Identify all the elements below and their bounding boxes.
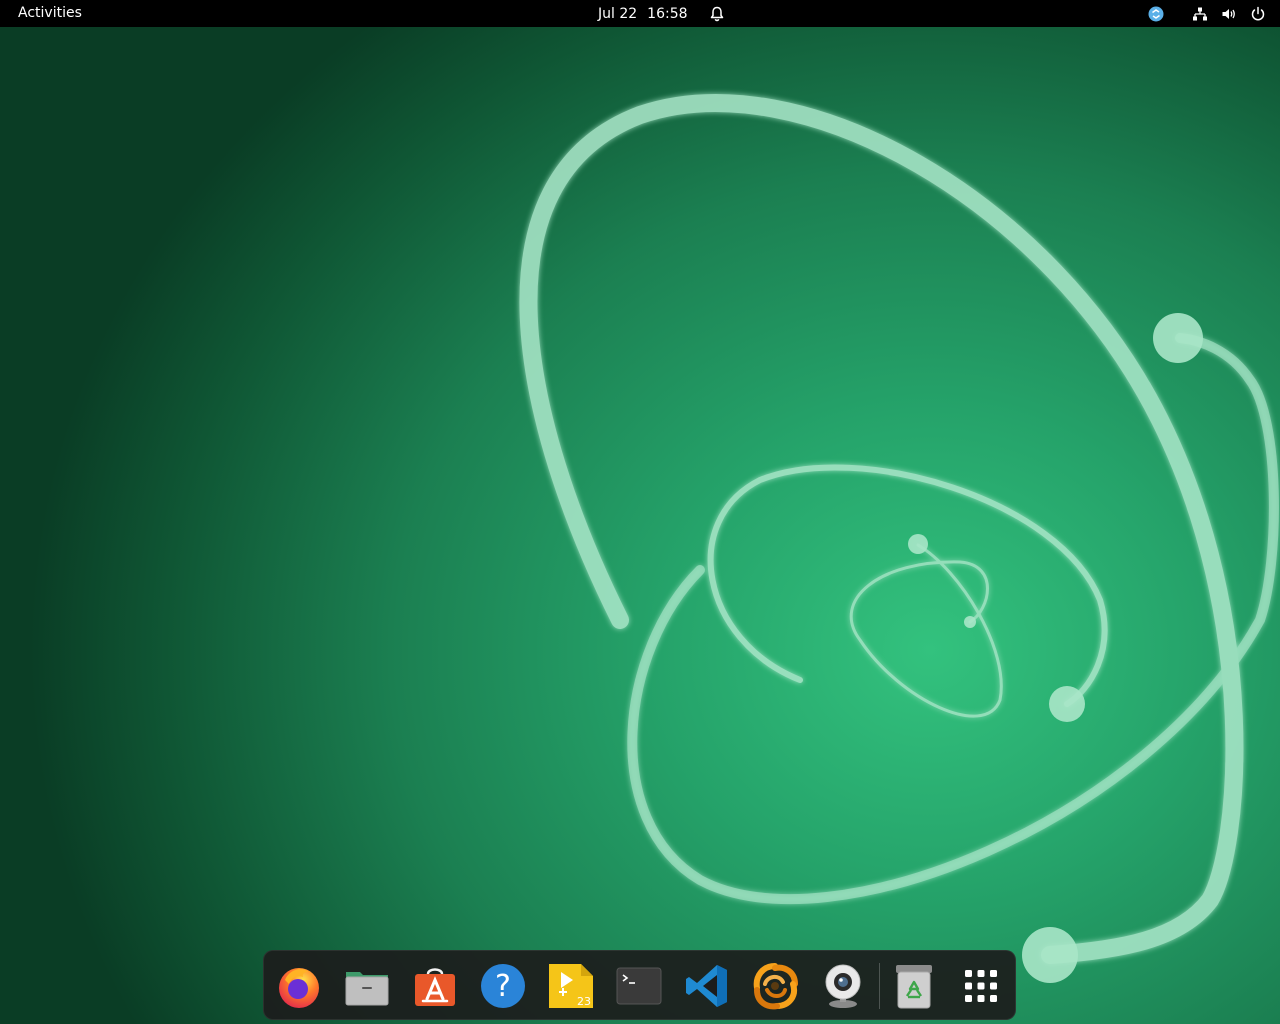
app-center-icon	[415, 968, 455, 1006]
system-tray	[1148, 0, 1266, 27]
terminal-icon	[616, 967, 662, 1005]
trash-icon	[896, 965, 932, 1009]
volume-icon	[1222, 8, 1235, 19]
dock-item-terminal[interactable]	[614, 961, 664, 1011]
bell-icon	[710, 6, 723, 21]
dock-item-show-apps[interactable]	[956, 961, 1006, 1011]
clock-date: Jul 22	[598, 5, 638, 22]
clock-button[interactable]: Jul 22 16:58	[590, 0, 734, 27]
dock-item-impress[interactable]: 23	[546, 961, 596, 1011]
desktop-wallpaper	[519, 94, 1279, 983]
system-menu-button[interactable]	[1192, 6, 1266, 22]
firefox-icon	[279, 968, 319, 1008]
dock-item-spiral-app[interactable]	[750, 961, 800, 1011]
network-wired-icon	[1193, 7, 1207, 20]
presentation-icon: 23	[549, 964, 593, 1008]
impress-version-badge: 23	[577, 995, 591, 1008]
dock-item-app-center[interactable]	[410, 961, 460, 1011]
webcam-icon	[825, 964, 861, 1008]
dock-item-trash[interactable]	[889, 961, 939, 1011]
dock-item-firefox[interactable]	[274, 961, 324, 1011]
spiral-app-icon	[753, 963, 798, 1010]
dock-item-vscode[interactable]	[682, 961, 732, 1011]
dock: ? 23	[263, 950, 1016, 1020]
activities-button[interactable]: Activities	[12, 0, 88, 27]
power-icon	[1251, 6, 1265, 20]
app-grid-icon	[965, 970, 997, 1002]
dock-separator	[879, 963, 880, 1009]
dock-item-webcam[interactable]	[818, 961, 868, 1011]
app-indicator-icon[interactable]	[1148, 6, 1164, 22]
help-icon: ?	[481, 964, 525, 1008]
svg-text:?: ?	[495, 969, 511, 1004]
files-folder-icon	[345, 972, 389, 1006]
dock-item-files[interactable]	[342, 961, 392, 1011]
top-bar: Activities Jul 22 16:58	[0, 0, 1280, 27]
dock-item-help[interactable]: ?	[478, 961, 528, 1011]
clock-time: 16:58	[647, 5, 688, 22]
vscode-icon	[686, 965, 727, 1007]
